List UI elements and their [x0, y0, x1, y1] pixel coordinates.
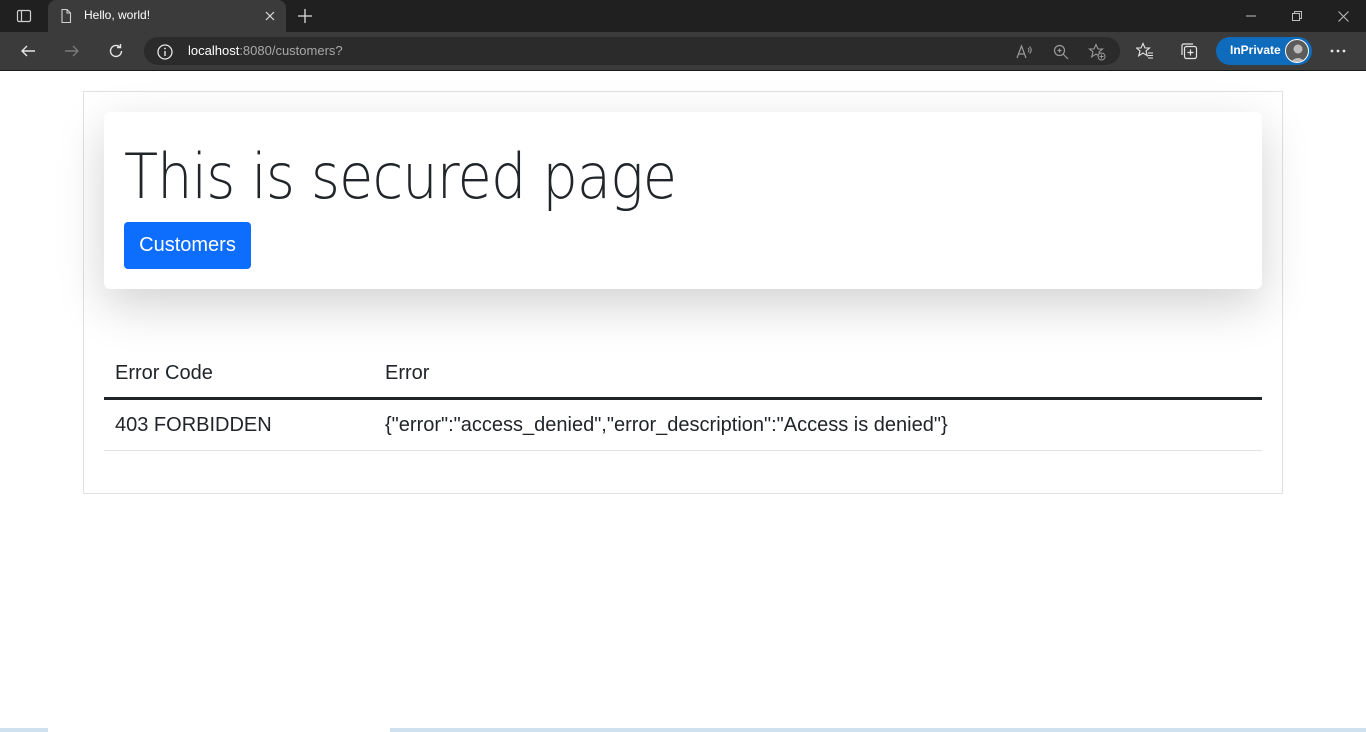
zoom-in-icon [1053, 44, 1069, 60]
document-icon [61, 8, 72, 24]
customers-button[interactable]: Customers [124, 222, 251, 269]
forward-button[interactable] [56, 36, 88, 66]
hero-card: This is secured page Customers [104, 112, 1262, 289]
page-title: This is secured page [124, 140, 677, 213]
close-window-button[interactable] [1320, 0, 1366, 32]
collections-button[interactable] [1177, 39, 1201, 63]
page-container: This is secured page Customers Error Cod… [83, 91, 1283, 494]
taskbar-edge-segment [48, 728, 390, 732]
column-header-error-code: Error Code [104, 348, 374, 400]
person-icon [1290, 44, 1306, 62]
plus-icon [298, 9, 312, 23]
error-table: Error Code Error 403 FORBIDDEN {"error":… [104, 348, 1262, 451]
address-bar[interactable]: localhost:8080/customers? [144, 37, 1120, 65]
forward-arrow-icon [65, 45, 79, 57]
avatar [1285, 39, 1309, 63]
star-add-icon [1088, 43, 1106, 61]
collections-icon [1181, 43, 1198, 60]
tab-actions-button[interactable] [8, 4, 40, 28]
read-aloud-icon [1016, 44, 1032, 59]
title-bar: Hello, world! [0, 0, 1366, 32]
url-text[interactable]: localhost:8080/customers? [188, 43, 343, 58]
url-path: :8080/customers? [239, 43, 343, 58]
inprivate-label: InPrivate [1230, 43, 1281, 57]
settings-more-button[interactable] [1326, 39, 1350, 63]
back-button[interactable] [12, 36, 44, 66]
minimize-button[interactable] [1228, 0, 1274, 32]
new-tab-button[interactable] [294, 5, 316, 27]
inprivate-badge[interactable]: InPrivate [1216, 37, 1312, 65]
refresh-icon [109, 44, 123, 58]
taskbar-edge [0, 728, 1366, 732]
table-header-row: Error Code Error [104, 348, 1262, 400]
restore-icon [1292, 11, 1302, 21]
favorites-icon [1136, 42, 1153, 59]
chrome-divider [0, 70, 1366, 71]
tab-actions-icon [16, 9, 32, 23]
zoom-button[interactable] [1050, 41, 1072, 63]
column-header-error: Error [374, 348, 1262, 400]
tab-title: Hello, world! [84, 8, 151, 22]
back-arrow-icon [21, 45, 35, 57]
error-code-cell: 403 FORBIDDEN [104, 398, 374, 451]
favorites-button[interactable] [1133, 39, 1157, 63]
close-tab-button[interactable] [262, 8, 278, 24]
more-icon [1330, 49, 1346, 53]
minimize-icon [1246, 15, 1256, 17]
browser-tab[interactable]: Hello, world! [48, 0, 286, 32]
restore-button[interactable] [1274, 0, 1320, 32]
read-aloud-button[interactable] [1014, 41, 1036, 63]
table-row: 403 FORBIDDEN {"error":"access_denied","… [104, 398, 1262, 451]
browser-toolbar: localhost:8080/customers? InPrivate [0, 32, 1366, 70]
refresh-button[interactable] [100, 36, 132, 66]
info-icon[interactable] [156, 43, 174, 61]
error-message-cell: {"error":"access_denied","error_descript… [374, 398, 1262, 451]
add-favorite-button[interactable] [1086, 41, 1108, 63]
url-host: localhost [188, 43, 240, 58]
close-icon [265, 11, 275, 21]
close-window-icon [1337, 10, 1349, 22]
